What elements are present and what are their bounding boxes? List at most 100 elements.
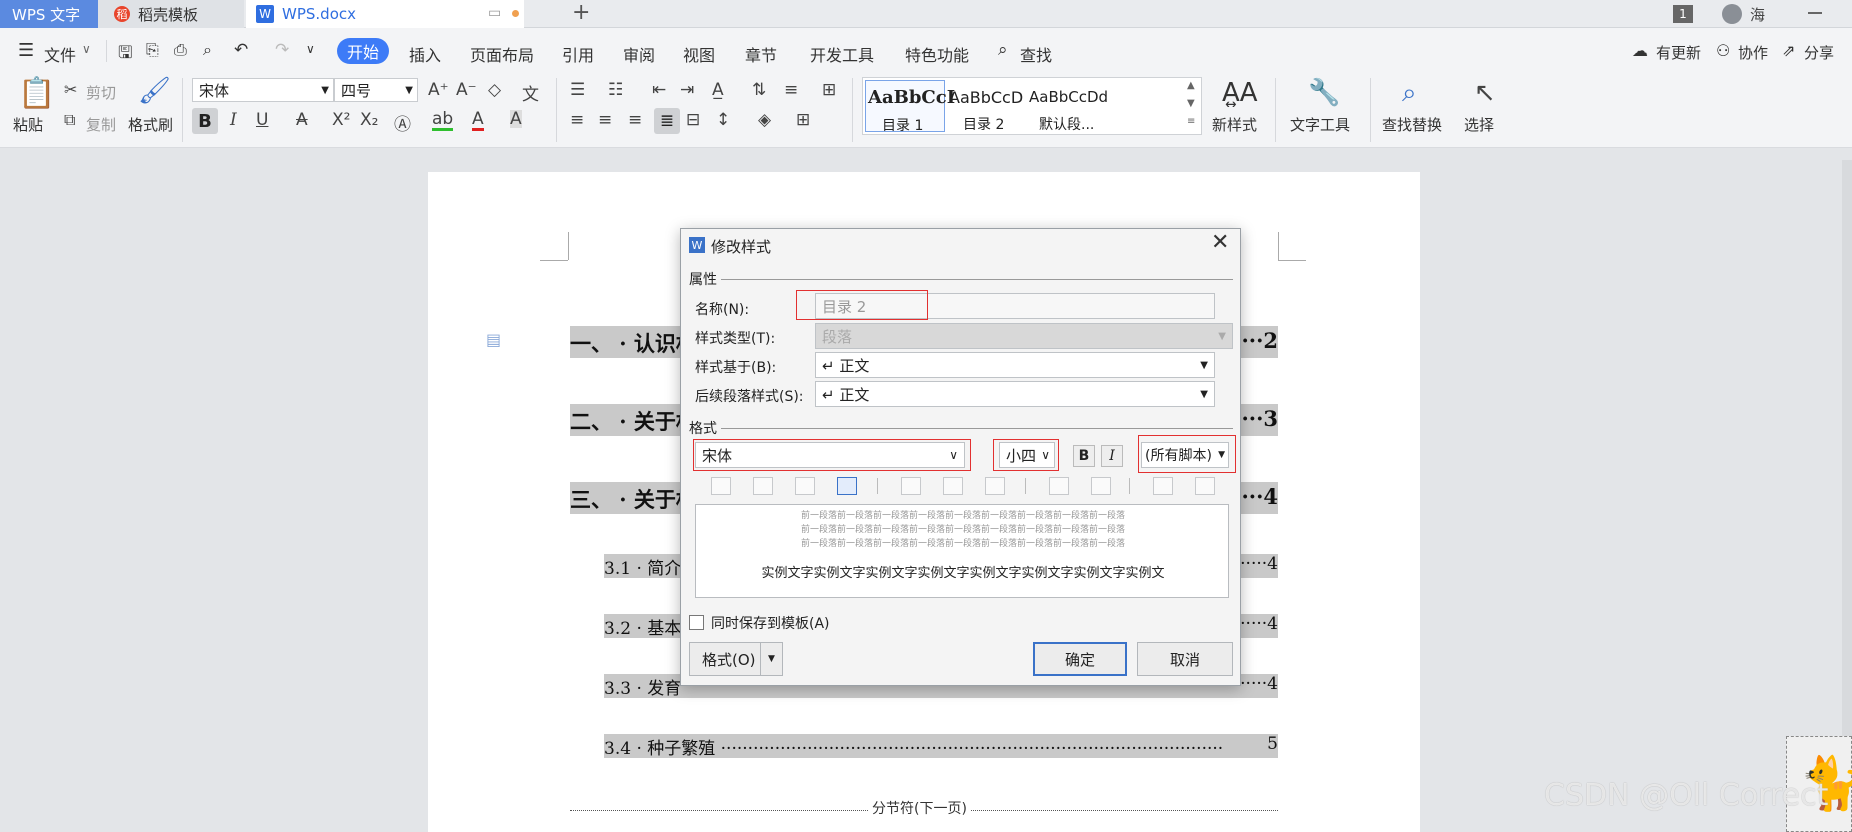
one-half-spacing-icon[interactable] bbox=[943, 477, 963, 495]
italic-icon[interactable]: I bbox=[230, 110, 237, 130]
monitor-icon[interactable]: ▭ bbox=[488, 5, 501, 21]
strikethrough-icon[interactable]: A bbox=[296, 110, 308, 130]
find-replace-button[interactable]: 查找替换 bbox=[1382, 114, 1442, 135]
tab-page-layout[interactable]: 页面布局 bbox=[470, 42, 534, 66]
decrease-indent-icon[interactable]: ⇤ bbox=[652, 80, 666, 100]
paragraph-handle-icon[interactable]: ▤ bbox=[486, 330, 501, 349]
style-toc1[interactable]: AaBbCcI 目录 1 bbox=[865, 80, 955, 134]
bold-icon[interactable]: B bbox=[192, 108, 218, 134]
font-size-select[interactable]: 四号 ▼ bbox=[334, 78, 418, 102]
format-icon[interactable]: ⎘ bbox=[146, 40, 159, 60]
align-center-icon[interactable]: ≡ bbox=[598, 110, 612, 130]
sort-icon[interactable]: ⇅ bbox=[752, 80, 766, 100]
char-shading-icon[interactable]: A bbox=[510, 110, 522, 128]
line-spacing-icon[interactable]: ≡ bbox=[784, 80, 798, 100]
phonetic-icon[interactable]: 文 bbox=[522, 80, 539, 105]
cancel-button[interactable]: 取消 bbox=[1137, 642, 1233, 676]
print-icon[interactable]: ⎙ bbox=[174, 40, 187, 60]
italic-icon[interactable]: I bbox=[1101, 445, 1123, 467]
increase-indent-icon[interactable] bbox=[1195, 477, 1215, 495]
tab-review[interactable]: 审阅 bbox=[623, 42, 655, 66]
update-button[interactable]: 有更新 bbox=[1656, 42, 1701, 63]
align-right-icon[interactable]: ≡ bbox=[628, 110, 642, 130]
superscript-icon[interactable]: X² bbox=[332, 110, 350, 130]
tab-view[interactable]: 视图 bbox=[683, 42, 715, 66]
border-icon[interactable]: ⊞ bbox=[796, 110, 810, 130]
chevron-down-icon[interactable]: ∨ bbox=[82, 42, 91, 56]
tab-special[interactable]: 特色功能 bbox=[905, 42, 969, 66]
gallery-scroll-down-icon[interactable]: ▼ bbox=[1187, 98, 1195, 109]
wrench-icon[interactable]: 🔧 bbox=[1308, 78, 1340, 108]
single-spacing-icon[interactable] bbox=[901, 477, 921, 495]
text-tools-button[interactable]: 文字工具 bbox=[1290, 114, 1350, 135]
tab-insert[interactable]: 插入 bbox=[409, 42, 441, 66]
tab-chapter[interactable]: 章节 bbox=[745, 42, 777, 66]
clear-format-icon[interactable]: ◇ bbox=[488, 80, 501, 100]
notification-badge[interactable]: 1 bbox=[1673, 5, 1693, 23]
based-on-select[interactable]: ↵ 正文 ▼ bbox=[815, 352, 1215, 378]
shrink-font-icon[interactable]: A⁻ bbox=[456, 80, 477, 100]
search-icon[interactable]: ⌕ bbox=[998, 40, 1008, 60]
numbered-list-icon[interactable]: ☷ bbox=[608, 80, 623, 100]
font-family-select[interactable]: 宋体 ▼ bbox=[192, 78, 334, 102]
tab-developer[interactable]: 开发工具 bbox=[810, 42, 874, 66]
tab-references[interactable]: 引用 bbox=[562, 42, 594, 66]
redo-icon[interactable]: ↷ bbox=[275, 40, 289, 60]
decrease-para-spacing-icon[interactable] bbox=[1091, 477, 1111, 495]
increase-para-spacing-icon[interactable] bbox=[1049, 477, 1069, 495]
align-left-icon[interactable]: ≡ bbox=[570, 110, 584, 130]
shading-icon[interactable]: ◈ bbox=[758, 110, 771, 130]
cut-button[interactable]: 剪切 bbox=[86, 82, 116, 103]
minimize-icon[interactable] bbox=[1808, 12, 1822, 14]
new-style-icon[interactable]: A͍A bbox=[1222, 78, 1258, 108]
double-spacing-icon[interactable] bbox=[985, 477, 1005, 495]
file-menu[interactable]: 文件 bbox=[44, 42, 76, 66]
align-left-icon[interactable] bbox=[711, 477, 731, 495]
format-dropdown-button[interactable]: 格式(O) ▼ bbox=[689, 642, 783, 676]
save-to-template-checkbox[interactable] bbox=[689, 615, 704, 630]
subscript-icon[interactable]: X₂ bbox=[360, 110, 378, 130]
para-spacing-icon[interactable]: ↕ bbox=[716, 110, 730, 130]
undo-icon[interactable]: ↶ bbox=[234, 40, 248, 60]
select-cursor-icon[interactable]: ↖ bbox=[1474, 78, 1496, 108]
tab-template[interactable]: 稻稻壳模板 bbox=[98, 0, 244, 28]
user-name[interactable]: 海 bbox=[1750, 4, 1765, 25]
copy-button[interactable]: 复制 bbox=[86, 114, 116, 135]
justify-icon[interactable] bbox=[837, 477, 857, 495]
ok-button[interactable]: 确定 bbox=[1033, 642, 1127, 676]
tab-start[interactable]: 开始 bbox=[337, 38, 389, 64]
vertical-scrollbar[interactable] bbox=[1842, 160, 1852, 832]
grow-font-icon[interactable]: A⁺ bbox=[428, 80, 449, 100]
decrease-indent-icon[interactable] bbox=[1153, 477, 1173, 495]
toc-entry[interactable]: 3.4 · 种子繁殖 ·····························… bbox=[604, 734, 1278, 758]
share-button[interactable]: 分享 bbox=[1804, 42, 1834, 63]
select-button[interactable]: 选择 bbox=[1464, 114, 1494, 135]
table-icon[interactable]: ⊞ bbox=[822, 80, 836, 100]
tab-document[interactable]: W WPS.docx ▭ bbox=[246, 0, 524, 28]
paste-icon[interactable]: 📋 bbox=[18, 76, 55, 111]
chinese-layout-icon[interactable]: A̲ bbox=[712, 80, 724, 100]
align-center-icon[interactable] bbox=[753, 477, 773, 495]
highlight-icon[interactable]: ab bbox=[432, 110, 454, 131]
tab-wps-writer[interactable]: WPS 文字 bbox=[0, 0, 98, 28]
gallery-expand-icon[interactable]: ≡ bbox=[1187, 116, 1195, 127]
more-icon[interactable]: ∨ bbox=[306, 42, 315, 56]
style-toc2[interactable]: AaBbCcD 目录 2 bbox=[949, 80, 1029, 133]
bullet-list-icon[interactable]: ☰ bbox=[570, 80, 585, 100]
next-style-select[interactable]: ↵ 正文 ▼ bbox=[815, 381, 1215, 407]
avatar[interactable] bbox=[1722, 4, 1742, 24]
bold-icon[interactable]: B bbox=[1073, 445, 1095, 467]
gallery-scroll-up-icon[interactable]: ▲ bbox=[1187, 80, 1195, 91]
find-replace-icon[interactable]: ⌕ bbox=[1402, 78, 1417, 109]
close-icon[interactable]: ✕ bbox=[1211, 230, 1229, 255]
new-tab-button[interactable]: + bbox=[572, 0, 590, 25]
new-style-button[interactable]: 新样式 bbox=[1212, 114, 1257, 135]
format-painter-icon[interactable]: 🖌 bbox=[138, 76, 171, 106]
distributed-icon[interactable]: ⊟ bbox=[686, 110, 700, 130]
justify-icon[interactable]: ≣ bbox=[654, 108, 680, 134]
text-effect-icon[interactable]: Ⓐ bbox=[394, 110, 411, 135]
save-icon[interactable]: 🖫 bbox=[118, 40, 132, 69]
search-menu[interactable]: 查找 bbox=[1020, 42, 1052, 66]
underline-icon[interactable]: U bbox=[256, 110, 268, 130]
increase-indent-icon[interactable]: ⇥ bbox=[680, 80, 694, 100]
